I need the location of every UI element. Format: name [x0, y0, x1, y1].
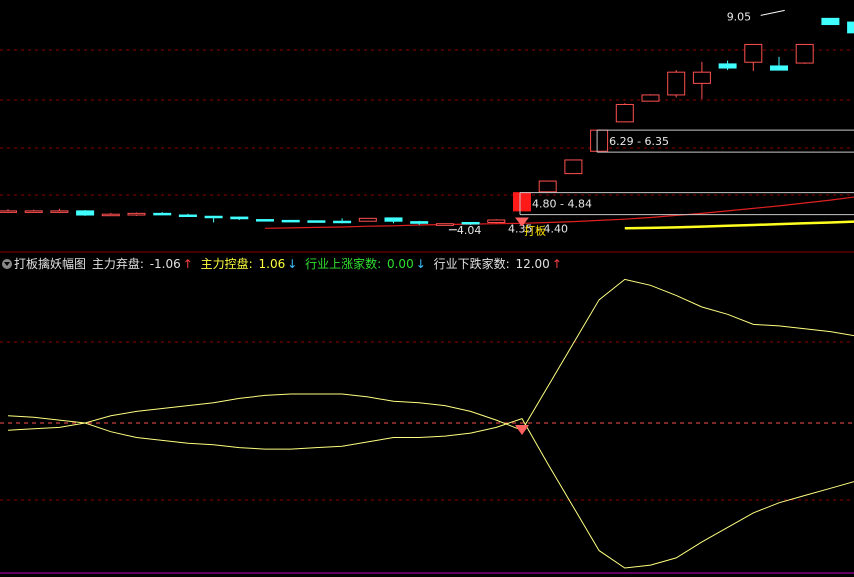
signal-text: 打板: [524, 223, 546, 237]
candle-body: [435, 223, 454, 226]
candle[interactable]: [384, 217, 403, 224]
candle-body: [564, 159, 583, 175]
legend-industry-down: 行业下跌家数: 12.00 ↑: [433, 257, 562, 271]
candle[interactable]: [24, 209, 43, 213]
candle-body: [384, 217, 403, 222]
candle[interactable]: [770, 56, 788, 71]
candle-body: [667, 71, 686, 96]
candle-body: [333, 220, 352, 224]
candle-body: [821, 17, 840, 26]
candle[interactable]: [590, 129, 609, 152]
candle[interactable]: [538, 180, 557, 193]
candle-body: [50, 210, 69, 213]
candle[interactable]: [692, 61, 711, 100]
candle-body: [204, 215, 223, 219]
collapse-icon[interactable]: [2, 259, 12, 269]
lower-grid: [0, 341, 854, 574]
candle-body: [230, 216, 249, 220]
candle[interactable]: [487, 219, 506, 224]
candle-body: [487, 219, 506, 223]
indicator-lines: [7, 278, 854, 569]
indicator-marks: [515, 425, 529, 435]
candle[interactable]: [204, 215, 223, 223]
candle[interactable]: [0, 209, 17, 213]
candle-body: [641, 94, 660, 102]
legend-industry-up: 行业上涨家数: 0.00 ↓: [305, 257, 426, 271]
candle-body: [770, 65, 788, 71]
ma-yellow-line: [624, 220, 854, 230]
indicator-header: 打板擒妖幅图 主力弃盘: -1.06 ↑ 主力控盘: 1.06 ↓ 行业上涨家数: …: [0, 255, 854, 273]
price-pointer: [760, 9, 785, 16]
candle-body: [307, 220, 326, 223]
price-annotations: 6.29 - 6.354.80 - 4.844.35 - 4.409.054.0…: [448, 9, 854, 237]
candle[interactable]: [76, 210, 95, 216]
candle[interactable]: [744, 43, 763, 71]
candle[interactable]: [795, 43, 814, 64]
indicator-title: 打板擒妖幅图: [14, 257, 87, 271]
candle-body: [410, 221, 429, 224]
candle[interactable]: [667, 70, 686, 98]
candle[interactable]: [333, 218, 352, 224]
candle-body: [513, 192, 531, 212]
candle-body: [590, 129, 609, 152]
candle-body: [76, 210, 95, 216]
candle-body: [744, 43, 763, 63]
candle[interactable]: [641, 94, 660, 102]
candle[interactable]: [50, 208, 69, 213]
candle-body: [101, 213, 120, 217]
candle-body: [24, 210, 43, 213]
candle[interactable]: [564, 159, 583, 175]
range-label: 6.29 - 6.35: [609, 135, 669, 148]
candle-body: [358, 217, 377, 222]
candle[interactable]: [307, 220, 326, 223]
candle-body: [256, 219, 274, 222]
candle[interactable]: [101, 212, 120, 217]
candle-body: [718, 63, 737, 69]
candle[interactable]: [153, 212, 172, 216]
candle[interactable]: [513, 192, 531, 212]
candle[interactable]: [718, 60, 737, 71]
candle-body: [127, 212, 146, 216]
extreme-price-label: 4.04: [457, 224, 482, 237]
candle[interactable]: [821, 17, 840, 26]
candle[interactable]: [847, 21, 854, 39]
candle-body: [0, 210, 17, 213]
legend-control: 主力控盘: 1.06 ↓: [200, 257, 298, 271]
line-abandon: [7, 278, 854, 431]
candle[interactable]: [358, 217, 377, 222]
candle-body: [795, 43, 814, 64]
candle-body: [615, 103, 634, 123]
candle-body: [281, 219, 300, 223]
cross-signal-icon: [515, 425, 529, 435]
stock-chart[interactable]: 6.29 - 6.354.80 - 4.844.35 - 4.409.054.0…: [0, 0, 854, 577]
range-label: 4.80 - 4.84: [532, 198, 592, 211]
candle-body: [153, 212, 172, 216]
candle-body: [178, 214, 197, 218]
line-control: [7, 417, 854, 569]
candle[interactable]: [281, 219, 300, 223]
candle[interactable]: [435, 223, 454, 226]
extreme-price-label: 9.05: [727, 10, 752, 23]
candle[interactable]: [230, 216, 249, 220]
candle[interactable]: [615, 103, 634, 123]
legend-abandon: 主力弃盘: -1.06 ↑: [91, 257, 193, 271]
candle-body: [538, 180, 557, 193]
upper-grid: [0, 49, 854, 196]
candle-body: [692, 71, 711, 84]
candle[interactable]: [127, 212, 146, 216]
candle-body: [847, 21, 854, 34]
candle[interactable]: [178, 213, 197, 218]
candle[interactable]: [256, 219, 274, 222]
